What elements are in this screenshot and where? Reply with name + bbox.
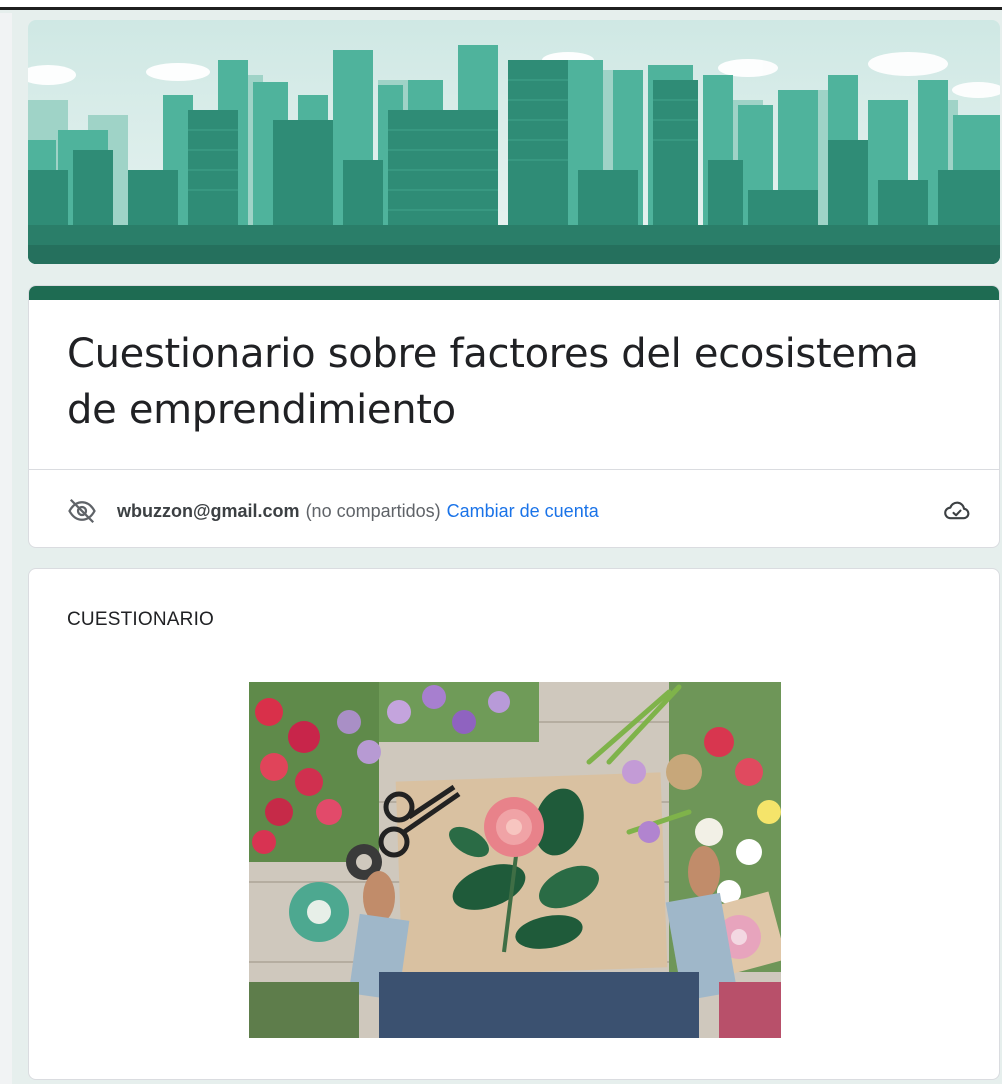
section-title: CUESTIONARIO [67, 609, 215, 630]
account-email: wbuzzon@gmail.com [117, 500, 300, 521]
section-card: CUESTIONARIO [28, 568, 1000, 1080]
header-banner-image [28, 20, 1000, 264]
left-gutter [0, 13, 12, 1084]
section-image-flowers [249, 682, 781, 1038]
cloud-check-icon [943, 496, 971, 524]
title-card-divider [29, 469, 999, 470]
switch-account-link[interactable]: Cambiar de cuenta [447, 501, 599, 522]
account-shared-note: (no compartidos) [305, 500, 441, 521]
window-top-edge [0, 0, 1002, 10]
eye-off-icon [67, 496, 97, 526]
form-title: Cuestionario sobre factores del ecosiste… [67, 331, 919, 433]
title-card-accent-bar [29, 286, 999, 300]
account-row: wbuzzon@gmail.com (no compartidos) Cambi… [67, 491, 599, 531]
form-title-card: Cuestionario sobre factores del ecosiste… [28, 285, 1000, 548]
